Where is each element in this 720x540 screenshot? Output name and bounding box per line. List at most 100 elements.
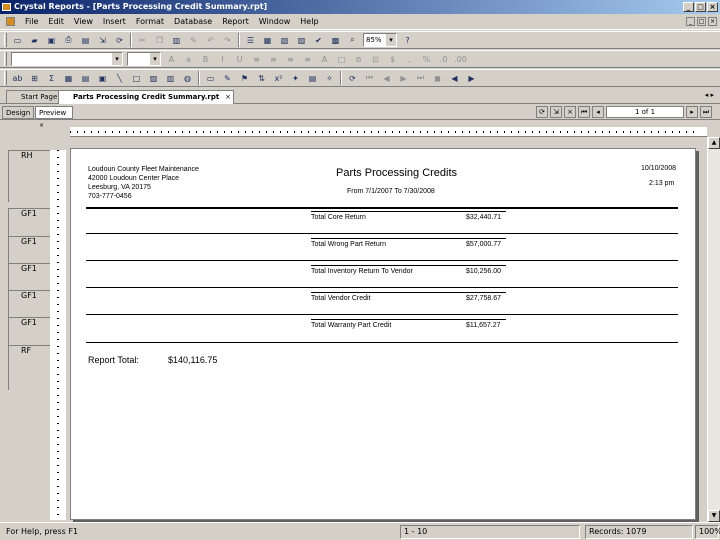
menu-format[interactable]: Format [136,17,164,26]
print-icon[interactable]: ⎙ [62,34,75,47]
workbench-icon[interactable]: ▩ [329,34,342,47]
insert-olap-grid-icon[interactable]: ▤ [79,72,92,85]
tab-design[interactable]: Design [2,106,34,119]
format-painter-icon[interactable]: ✎ [187,34,200,47]
insert-group-icon[interactable]: ⊞ [28,72,41,85]
lock-format-icon[interactable]: ⊡ [369,53,382,66]
new-icon[interactable]: ▭ [11,34,24,47]
increase-decimals-icon[interactable]: .0 [437,53,450,66]
tab-report[interactable]: Parts Processing Credit Summary.rpt × [58,90,234,104]
redo-icon[interactable]: ↷ [221,34,234,47]
help-icon[interactable]: ? [401,34,414,47]
toolbar-grip[interactable] [4,52,7,66]
mdi-minimize-button[interactable]: _ [686,17,695,26]
italic-icon[interactable]: I [216,53,229,66]
percent-icon[interactable]: % [420,53,433,66]
menu-file[interactable]: File [25,17,38,26]
repository-explorer-icon[interactable]: ▨ [295,34,308,47]
close-button[interactable]: × [707,2,718,12]
justify-icon[interactable]: ≡ [301,53,314,66]
template-expert-icon[interactable]: ▤ [306,72,319,85]
toolbar-grip[interactable] [4,71,7,85]
align-center-icon[interactable]: ≡ [267,53,280,66]
insert-text-object-icon[interactable]: ab [11,72,24,85]
menu-report[interactable]: Report [222,17,249,26]
select-expert-icon[interactable]: ⚑ [238,72,251,85]
refresh-icon[interactable]: ⟳ [346,72,359,85]
first-page-icon[interactable]: ⏮ [363,72,376,85]
bold-icon[interactable]: B [199,53,212,66]
align-right-icon[interactable]: ≡ [284,53,297,66]
open-icon[interactable]: ▰ [28,34,41,47]
report-explorer-icon[interactable]: ▧ [278,34,291,47]
print-preview-icon[interactable]: ▤ [79,34,92,47]
insert-line-icon[interactable]: ╲ [113,72,126,85]
font-color-icon[interactable]: A [318,53,331,66]
group-tree-icon[interactable]: ☰ [244,34,257,47]
underline-icon[interactable]: U [233,53,246,66]
previous-page-icon[interactable]: ◀ [380,72,393,85]
export-icon[interactable]: ⇲ [96,34,109,47]
tab-preview[interactable]: Preview × [35,106,73,129]
section-label-gf1[interactable]: GF1 [8,208,50,236]
insert-chart-icon[interactable]: ▥ [164,72,177,85]
border-icon[interactable]: □ [335,53,348,66]
section-label-gf1[interactable]: GF1 [8,263,50,290]
refresh-data-icon[interactable]: ⟳ [113,34,126,47]
next-page-button[interactable]: ▸ [686,106,698,118]
close-tab-icon[interactable]: × [225,91,231,104]
last-page-button[interactable]: ⏭ [700,106,712,118]
align-left-icon[interactable]: ≡ [250,53,263,66]
export-preview-icon[interactable]: ⇲ [550,106,562,118]
menu-window[interactable]: Window [259,17,291,26]
dependency-checker-icon[interactable]: ✔ [312,34,325,47]
section-expert-icon[interactable]: ▭ [204,72,217,85]
next-page-icon[interactable]: ▶ [397,72,410,85]
menu-edit[interactable]: Edit [48,17,64,26]
report-wizard-icon[interactable]: ✧ [323,72,336,85]
increase-font-icon[interactable]: A [165,53,178,66]
font-size-select[interactable] [127,52,161,66]
find-icon[interactable]: ⌕ [346,34,359,47]
insert-box-icon[interactable]: □ [130,72,143,85]
paste-icon[interactable]: ▥ [170,34,183,47]
section-label-rf[interactable]: RF [8,345,50,390]
last-page-icon[interactable]: ⏭ [414,72,427,85]
forward-icon[interactable]: ▶ [465,72,478,85]
formula-workshop-icon[interactable]: x² [272,72,285,85]
cut-icon[interactable]: ✂ [136,34,149,47]
section-label-gf1[interactable]: GF1 [8,236,50,263]
highlighting-expert-icon[interactable]: ✦ [289,72,302,85]
insert-map-icon[interactable]: ◍ [181,72,194,85]
scroll-down-icon[interactable]: ▼ [708,510,720,522]
previous-page-button[interactable]: ◂ [592,106,604,118]
zoom-select[interactable]: 85% [363,33,397,47]
back-icon[interactable]: ◀ [448,72,461,85]
menu-database[interactable]: Database [174,17,212,26]
decrease-font-icon[interactable]: a [182,53,195,66]
save-icon[interactable]: ▣ [45,34,58,47]
refresh-preview-icon[interactable]: ⟳ [536,106,548,118]
minimize-button[interactable]: _ [683,2,694,12]
font-name-select[interactable] [11,52,123,66]
currency-icon[interactable]: $ [386,53,399,66]
insert-cross-tab-icon[interactable]: ▦ [62,72,75,85]
mdi-close-button[interactable]: × [708,17,717,26]
copy-icon[interactable]: ❐ [153,34,166,47]
group-sort-expert-icon[interactable]: ⇅ [255,72,268,85]
undo-icon[interactable]: ↶ [204,34,217,47]
maximize-button[interactable]: □ [695,2,706,12]
page-indicator[interactable]: 1 of 1 [606,106,684,118]
section-label-gf1[interactable]: GF1 [8,317,50,345]
field-explorer-icon[interactable]: ▦ [261,34,274,47]
insert-picture-icon[interactable]: ▨ [147,72,160,85]
stop-loading-icon[interactable]: × [564,106,576,118]
menu-help[interactable]: Help [300,17,318,26]
scroll-up-icon[interactable]: ▲ [708,137,720,149]
thousands-icon[interactable]: , [403,53,416,66]
insert-subreport-icon[interactable]: ▣ [96,72,109,85]
format-painter-icon[interactable]: ✎ [221,72,234,85]
section-label-rh[interactable]: RH [8,150,50,202]
tab-scroll-arrows[interactable]: ◂ ▸ [705,91,714,99]
toolbar-grip[interactable] [4,33,7,47]
